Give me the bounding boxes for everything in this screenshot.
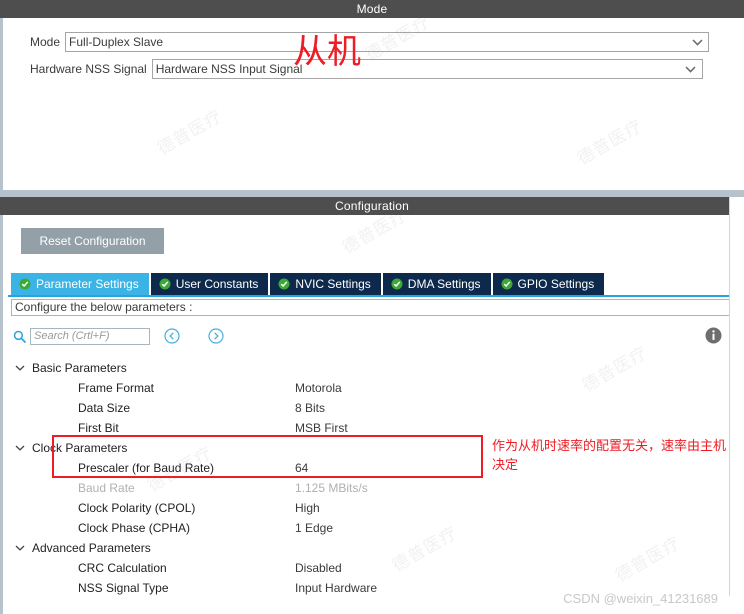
group-clock-parameters[interactable]: Clock Parameters [3, 438, 744, 458]
mode-select-value: Full-Duplex Slave [69, 35, 164, 49]
mode-panel: Mode Mode Full-Duplex Slave Hardware NSS… [0, 0, 744, 190]
table-row: Baud Rate 1.125 MBits/s [3, 478, 744, 498]
hardware-nss-select-value: Hardware NSS Input Signal [155, 62, 303, 76]
panel-divider [0, 190, 744, 197]
tab-label: DMA Settings [407, 277, 481, 291]
table-row[interactable]: Frame Format Motorola [3, 378, 744, 398]
check-circle-icon [19, 278, 31, 290]
chevron-down-icon [686, 38, 708, 46]
param-key: Baud Rate [78, 481, 135, 495]
table-row[interactable]: CRC Calculation Disabled [3, 558, 744, 578]
watermark: 德普医疗 [574, 116, 647, 170]
table-row[interactable]: Clock Polarity (CPOL) High [3, 498, 744, 518]
parameter-tree: Basic Parameters Frame Format Motorola D… [3, 358, 744, 598]
tab-gpio-settings[interactable]: GPIO Settings [492, 273, 605, 295]
param-value: MSB First [295, 421, 348, 435]
info-icon[interactable] [705, 327, 722, 347]
mode-select[interactable]: Full-Duplex Slave [65, 32, 710, 52]
tab-user-constants[interactable]: User Constants [150, 273, 269, 295]
scroll-gutter[interactable] [729, 197, 744, 596]
chevron-down-icon [680, 65, 702, 73]
tab-label: User Constants [175, 277, 259, 291]
tab-dma-settings[interactable]: DMA Settings [382, 273, 491, 295]
param-key: Clock Phase (CPHA) [78, 521, 191, 535]
table-row[interactable]: NSS Signal Type Input Hardware [3, 578, 744, 598]
chevron-down-icon [15, 365, 25, 371]
search-row [13, 325, 224, 347]
mode-panel-body: Mode Full-Duplex Slave Hardware NSS Sign… [0, 18, 744, 190]
watermark: 德普医疗 [339, 215, 412, 259]
param-value: Disabled [295, 561, 342, 575]
tab-underline [8, 295, 744, 297]
param-value: 1.125 MBits/s [295, 481, 368, 495]
param-key: Data Size [78, 401, 131, 415]
tab-nvic-settings[interactable]: NVIC Settings [270, 273, 381, 295]
table-row[interactable]: Clock Phase (CPHA) 1 Edge [3, 518, 744, 538]
reset-configuration-button[interactable]: Reset Configuration [21, 228, 164, 254]
check-circle-icon [501, 278, 513, 290]
next-match-icon[interactable] [208, 328, 224, 344]
search-icon [13, 330, 26, 343]
tab-label: Parameter Settings [36, 277, 139, 291]
configuration-panel: Configuration Reset Configuration Parame… [0, 197, 744, 614]
param-key: Frame Format [78, 381, 155, 395]
search-input[interactable] [30, 327, 150, 345]
configuration-panel-title: Configuration [0, 197, 744, 215]
hardware-nss-field-label: Hardware NSS Signal [30, 62, 147, 76]
group-label: Clock Parameters [32, 441, 128, 455]
group-label: Basic Parameters [32, 361, 127, 375]
param-key: NSS Signal Type [78, 581, 169, 595]
tab-label: NVIC Settings [295, 277, 371, 291]
param-value: High [295, 501, 320, 515]
check-circle-icon [159, 278, 171, 290]
param-value: Motorola [295, 381, 342, 395]
chevron-down-icon [15, 545, 25, 551]
mode-panel-title: Mode [0, 0, 744, 18]
group-advanced-parameters[interactable]: Advanced Parameters [3, 538, 744, 558]
param-key: First Bit [78, 421, 119, 435]
check-circle-icon [391, 278, 403, 290]
table-row[interactable]: Data Size 8 Bits [3, 398, 744, 418]
param-value: 64 [295, 461, 309, 475]
param-key: Prescaler (for Baud Rate) [78, 461, 215, 475]
param-key: Clock Polarity (CPOL) [78, 501, 196, 515]
tab-bar: Parameter Settings User Constants NVIC S… [11, 273, 606, 295]
configuration-panel-body: Reset Configuration Parameter Settings U… [0, 215, 744, 614]
hardware-nss-form-row: Hardware NSS Signal Hardware NSS Input S… [30, 59, 716, 79]
mode-form-row: Mode Full-Duplex Slave [30, 32, 716, 52]
configure-hint-bar: Configure the below parameters : [11, 299, 741, 316]
table-row[interactable]: First Bit MSB First [3, 418, 744, 438]
group-basic-parameters[interactable]: Basic Parameters [3, 358, 744, 378]
watermark: 德普医疗 [154, 106, 227, 160]
param-value: 1 Edge [295, 521, 334, 535]
previous-match-icon[interactable] [164, 328, 180, 344]
hardware-nss-select[interactable]: Hardware NSS Input Signal [151, 59, 703, 79]
check-circle-icon [278, 278, 290, 290]
mode-field-label: Mode [30, 35, 61, 49]
chevron-down-icon [15, 445, 25, 451]
tab-parameter-settings[interactable]: Parameter Settings [11, 273, 149, 295]
param-value: 8 Bits [295, 401, 326, 415]
tab-label: GPIO Settings [517, 277, 595, 291]
param-key: CRC Calculation [78, 561, 167, 575]
param-value: Input Hardware [295, 581, 378, 595]
table-row[interactable]: Prescaler (for Baud Rate) 64 [3, 458, 744, 478]
group-label: Advanced Parameters [32, 541, 151, 555]
